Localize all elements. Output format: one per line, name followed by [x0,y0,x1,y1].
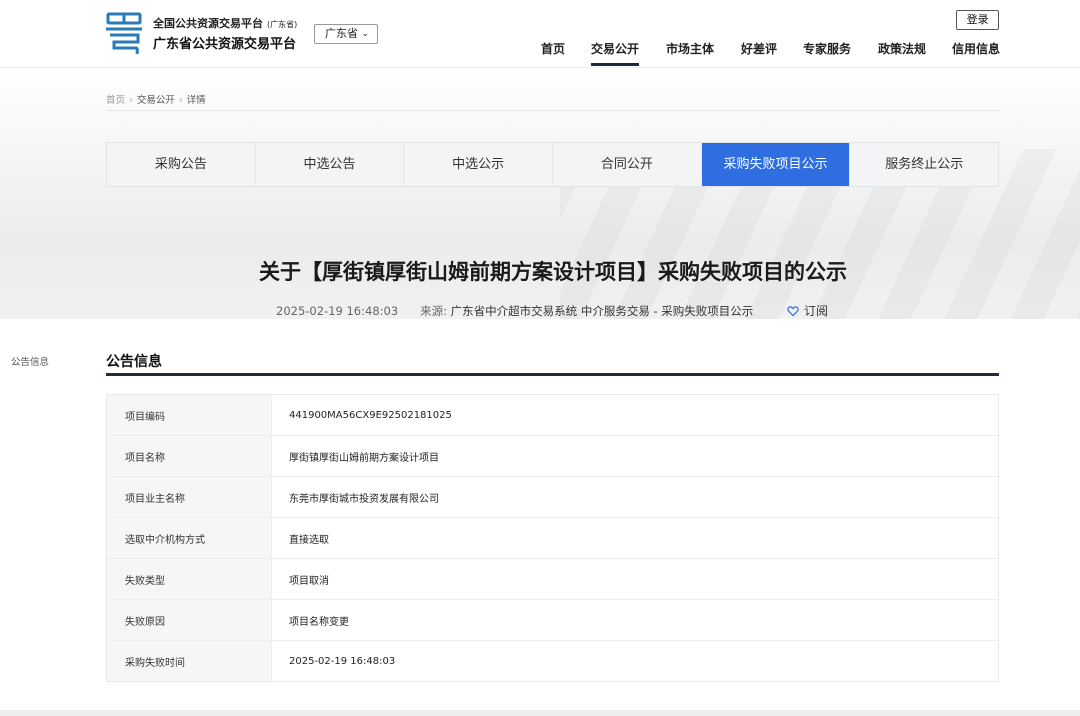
nav-trade-public[interactable]: 交易公开 [591,40,640,66]
tab-service-termination[interactable]: 服务终止公示 [850,143,998,186]
field-value: 厚街镇厚街山姆前期方案设计项目 [271,435,999,477]
source-label: 来源: [420,304,448,318]
field-label: 项目编码 [106,394,272,436]
brand-national: 全国公共资源交易平台 (广东省) [153,17,298,30]
breadcrumb-current: 详情 [186,95,206,106]
publish-datetime: 2025-02-19 16:48:03 [276,304,399,318]
field-value: 项目名称变更 [271,599,999,641]
field-label: 采购失败时间 [106,640,272,682]
table-row: 失败原因 项目名称变更 [106,599,999,641]
divider [106,110,999,111]
login-button[interactable]: 登录 [956,10,999,30]
notice-info-table: 项目编码 441900MA56CX9E92502181025 项目名称 厚街镇厚街山… [106,394,999,682]
chevron-right-icon: › [178,95,183,106]
field-value: 441900MA56CX9E92502181025 [271,394,999,436]
notice-tabs: 采购公告 中选公告 中选公示 合同公开 采购失败项目公示 服务终止公示 [106,142,999,187]
field-label: 失败原因 [106,599,272,641]
tab-procurement-failed[interactable]: 采购失败项目公示 [701,143,851,186]
field-label: 项目名称 [106,435,272,477]
notice-meta: 2025-02-19 16:48:03 来源: 广东省中介超市交易系统 中介服务交… [276,303,753,319]
heart-icon [787,306,799,317]
breadcrumb: 首页 › 交易公开 › 详情 [106,92,206,106]
table-row: 采购失败时间 2025-02-19 16:48:03 [106,640,999,682]
field-label: 项目业主名称 [106,476,272,518]
tab-selection-publicity[interactable]: 中选公示 [404,143,554,186]
page-title: 关于【厚街镇厚街山姆前期方案设计项目】采购失败项目的公示 [259,260,847,284]
breadcrumb-home[interactable]: 首页 [106,95,125,106]
field-label: 失败类型 [106,558,272,600]
tab-contract-public[interactable]: 合同公开 [553,143,702,186]
footer-strip [0,710,1080,716]
yue-logo-icon[interactable] [104,12,144,56]
field-value: 2025-02-19 16:48:03 [271,640,999,682]
section-divider [106,373,999,376]
source-value: 广东省中介超市交易系统 中介服务交易 - 采购失败项目公示 [450,304,754,318]
table-row: 失败类型 项目取消 [106,558,999,600]
tab-procurement-notice[interactable]: 采购公告 [107,143,256,186]
subscribe-label: 订阅 [804,304,829,318]
nav-expert-service[interactable]: 专家服务 [803,40,851,57]
field-label: 选取中介机构方式 [106,517,272,559]
side-nav-item-notice-info[interactable]: 公告信息 [11,354,49,368]
site-header: 全国公共资源交易平台 (广东省) 广东省公共资源交易平台 广东省 ⌄ 登录 首页 … [0,0,1080,68]
table-row: 项目名称 厚街镇厚街山姆前期方案设计项目 [106,435,999,477]
province-select[interactable]: 广东省 ⌄ [314,24,378,44]
chevron-down-icon: ⌄ [361,29,369,39]
section-title: 公告信息 [106,354,162,370]
nav-rating[interactable]: 好差评 [741,40,777,57]
table-row: 选取中介机构方式 直接选取 [106,517,999,559]
breadcrumb-trade-public[interactable]: 交易公开 [137,95,175,106]
nav-policy[interactable]: 政策法规 [878,40,926,57]
brand-title[interactable]: 广东省公共资源交易平台 [153,33,296,52]
field-value: 项目取消 [271,558,999,600]
table-row: 项目业主名称 东莞市厚街城市投资发展有限公司 [106,476,999,518]
chevron-right-icon: › [129,95,133,106]
nav-market-entity[interactable]: 市场主体 [666,40,714,57]
tab-selection-notice[interactable]: 中选公告 [256,143,405,186]
nav-credit[interactable]: 信用信息 [952,40,1000,57]
field-value: 直接选取 [271,517,999,559]
subscribe-button[interactable]: 订阅 [787,302,828,319]
field-value: 东莞市厚街城市投资发展有限公司 [271,476,999,518]
table-row: 项目编码 441900MA56CX9E92502181025 [106,394,999,436]
nav-home[interactable]: 首页 [541,40,565,57]
